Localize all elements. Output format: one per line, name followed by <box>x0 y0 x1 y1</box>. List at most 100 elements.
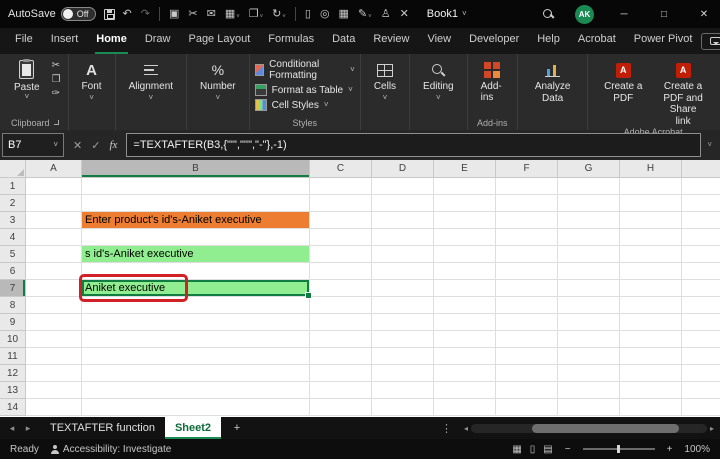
cell-b6[interactable] <box>82 263 310 280</box>
column-header-d[interactable]: D <box>372 160 434 178</box>
cell-d3[interactable] <box>372 212 434 229</box>
cell-d8[interactable] <box>372 297 434 314</box>
sheet-tab-sheet2[interactable]: Sheet2 <box>165 417 221 439</box>
page-layout-view-icon[interactable]: ▯ <box>530 444 536 455</box>
cell-styles-button[interactable]: Cell Styles <box>255 99 355 111</box>
autosave-toggle[interactable]: Off <box>61 7 96 21</box>
cell-h7[interactable] <box>620 280 682 297</box>
cell-b9[interactable] <box>82 314 310 331</box>
cell-f8[interactable] <box>496 297 558 314</box>
cell-d13[interactable] <box>372 382 434 399</box>
cell-a2[interactable] <box>26 195 82 212</box>
cell-h4[interactable] <box>620 229 682 246</box>
document-icon[interactable]: ▯ <box>305 9 311 20</box>
ribbon-tab-insert[interactable]: Insert <box>42 28 88 54</box>
avatar[interactable]: AK <box>575 5 594 24</box>
cell-e7[interactable] <box>434 280 496 297</box>
cell-a4[interactable] <box>26 229 82 246</box>
cell-e12[interactable] <box>434 365 496 382</box>
ribbon-tab-home[interactable]: Home <box>87 28 136 54</box>
cell-e9[interactable] <box>434 314 496 331</box>
create-pdf-button[interactable]: Create a PDF <box>593 57 653 104</box>
cell-g13[interactable] <box>558 382 620 399</box>
cell-e10[interactable] <box>434 331 496 348</box>
row-header-12[interactable]: 12 <box>0 365 26 382</box>
cell-e14[interactable] <box>434 399 496 416</box>
cell-h3[interactable] <box>620 212 682 229</box>
cell-a10[interactable] <box>26 331 82 348</box>
row-header-14[interactable]: 14 <box>0 399 26 416</box>
column-header-f[interactable]: F <box>496 160 558 178</box>
minimize-button[interactable] <box>608 0 640 28</box>
cell-h14[interactable] <box>620 399 682 416</box>
cell-g11[interactable] <box>558 348 620 365</box>
cell-b10[interactable] <box>82 331 310 348</box>
sheet-nav-right-icon[interactable] <box>20 423 36 434</box>
cell-c14[interactable] <box>310 399 372 416</box>
cell-b8[interactable] <box>82 297 310 314</box>
formula-input[interactable]: =TEXTAFTER(B3,{"'","''","-"},-1) <box>126 133 701 157</box>
cell-d12[interactable] <box>372 365 434 382</box>
draw-icon[interactable]: ✎˅ <box>358 9 372 20</box>
cell-h2[interactable] <box>620 195 682 212</box>
cell-h6[interactable] <box>620 263 682 280</box>
cell-e8[interactable] <box>434 297 496 314</box>
sheet-nav-left-icon[interactable] <box>4 423 20 434</box>
cell-b7[interactable]: Aniket executive <box>82 280 310 297</box>
document-title[interactable]: Book1 <box>427 8 467 20</box>
cell-h5[interactable] <box>620 246 682 263</box>
scrollbar-track[interactable] <box>471 424 707 433</box>
row-header-9[interactable]: 9 <box>0 314 26 331</box>
redo-icon[interactable]: ↷ <box>141 9 150 20</box>
refresh-icon[interactable]: ↻˅ <box>272 9 286 20</box>
page-break-view-icon[interactable]: ▤ <box>543 444 552 455</box>
autosave-control[interactable]: AutoSave Off <box>8 7 96 21</box>
ribbon-tab-page-layout[interactable]: Page Layout <box>179 28 259 54</box>
column-header-a[interactable]: A <box>26 160 82 178</box>
ribbon-tab-review[interactable]: Review <box>364 28 418 54</box>
cut-icon[interactable]: ✂ <box>188 9 197 20</box>
cell-b12[interactable] <box>82 365 310 382</box>
ribbon-tab-data[interactable]: Data <box>323 28 364 54</box>
number-menu-button[interactable]: Number <box>192 57 244 102</box>
maximize-button[interactable] <box>648 0 680 28</box>
cell-a8[interactable] <box>26 297 82 314</box>
cell-d1[interactable] <box>372 178 434 195</box>
cell-f13[interactable] <box>496 382 558 399</box>
cell-d5[interactable] <box>372 246 434 263</box>
cell-g2[interactable] <box>558 195 620 212</box>
cell-c3[interactable] <box>310 212 372 229</box>
cell-h11[interactable] <box>620 348 682 365</box>
cell-c13[interactable] <box>310 382 372 399</box>
scroll-right-icon[interactable] <box>710 424 714 433</box>
close-button[interactable] <box>688 0 720 28</box>
zoom-slider-thumb[interactable] <box>617 445 620 453</box>
cell-g1[interactable] <box>558 178 620 195</box>
create-pdf-share-button[interactable]: Create a PDF and Share link <box>653 57 713 127</box>
column-header-b[interactable]: B <box>82 160 310 178</box>
cell-e11[interactable] <box>434 348 496 365</box>
cell-b1[interactable] <box>82 178 310 195</box>
ribbon-tab-developer[interactable]: Developer <box>460 28 528 54</box>
cell-f3[interactable] <box>496 212 558 229</box>
cell-a5[interactable] <box>26 246 82 263</box>
cell-a3[interactable] <box>26 212 82 229</box>
row-header-8[interactable]: 8 <box>0 297 26 314</box>
cell-d14[interactable] <box>372 399 434 416</box>
accessibility-status[interactable]: Accessibility: Investigate <box>51 444 171 455</box>
paste-button[interactable]: Paste <box>7 57 47 104</box>
column-header-h[interactable]: H <box>620 160 682 178</box>
scrollbar-thumb[interactable] <box>532 424 678 433</box>
column-header-e[interactable]: E <box>434 160 496 178</box>
cell-a14[interactable] <box>26 399 82 416</box>
alignment-menu-button[interactable]: Alignment <box>121 57 181 102</box>
ribbon-tab-acrobat[interactable]: Acrobat <box>569 28 625 54</box>
cell-e6[interactable] <box>434 263 496 280</box>
comments-button[interactable]: Comments <box>701 33 720 50</box>
cell-f14[interactable] <box>496 399 558 416</box>
normal-view-icon[interactable]: ▦ <box>512 444 521 455</box>
cell-d10[interactable] <box>372 331 434 348</box>
cell-g4[interactable] <box>558 229 620 246</box>
font-menu-button[interactable]: Font <box>74 57 110 102</box>
cell-b5[interactable]: s id's-Aniket executive <box>82 246 310 263</box>
